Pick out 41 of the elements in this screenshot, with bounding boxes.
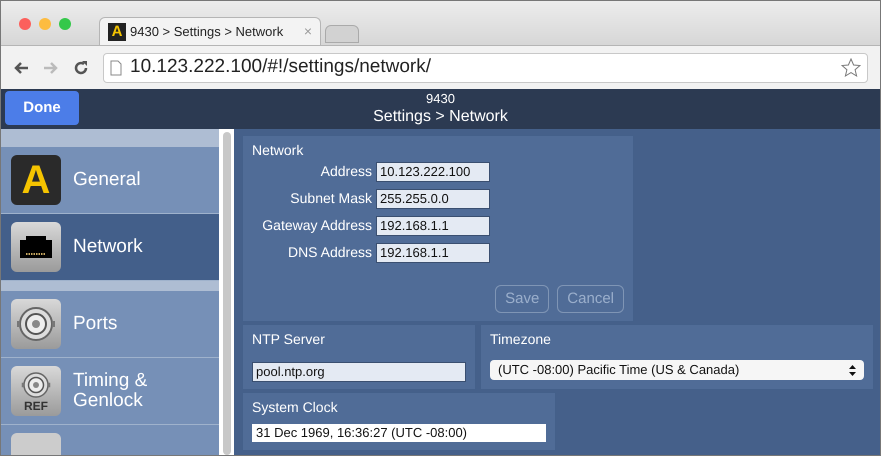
clock-field: 31 Dec 1969, 16:36:27 (UTC -08:00) (252, 424, 546, 442)
field-label: Gateway Address (261, 216, 372, 235)
page-icon (110, 60, 122, 76)
reload-icon[interactable] (73, 60, 89, 76)
sidebar-item[interactable]: A General (1, 147, 219, 214)
field-label: Subnet Mask (289, 189, 372, 208)
forward-arrow-icon[interactable] (43, 60, 59, 74)
back-arrow-icon[interactable] (13, 60, 29, 74)
timezone-select[interactable]: (UTC -08:00) Pacific Time (US & Canada) (490, 360, 864, 380)
logo-icon: A (11, 155, 61, 205)
tab-title: 9430 > Settings > Network (130, 22, 284, 41)
done-button[interactable]: Done (5, 91, 79, 125)
page-title: Settings > Network (373, 107, 508, 128)
section-title: NTP Server (252, 330, 326, 349)
favicon-logo-icon: A (108, 22, 126, 40)
device-name: 9430 (426, 90, 455, 108)
text-field[interactable]: 192.168.1.1 (376, 242, 490, 262)
address-bar[interactable]: 10.123.222.100/#!/settings/network/ (103, 52, 868, 82)
new-tab-button[interactable] (325, 25, 359, 43)
section-title: Network (252, 141, 304, 160)
section-title: Timezone (490, 330, 552, 349)
sidebar-item[interactable]: REF Timing & Genlock (1, 358, 219, 425)
bookmark-star-icon[interactable] (841, 58, 861, 78)
section-title: System Clock (252, 398, 339, 417)
text-field[interactable]: 255.255.0.0 (376, 188, 490, 208)
zoom-window-icon[interactable] (59, 18, 71, 30)
ntp-server-field[interactable]: pool.ntp.org (252, 362, 466, 382)
minimize-window-icon[interactable] (39, 18, 51, 30)
connector-icon (11, 299, 61, 349)
reference-connector-icon: REF (11, 366, 61, 416)
text-field[interactable]: 10.123.222.100 (376, 162, 490, 182)
browser-tab[interactable]: A 9430 > Settings > Network × (99, 17, 321, 45)
field-label: DNS Address (286, 243, 372, 262)
select-arrows-icon (849, 364, 856, 376)
text-field[interactable]: 192.168.1.1 (376, 216, 490, 236)
close-window-icon[interactable] (19, 18, 31, 30)
ethernet-port-icon (11, 222, 61, 272)
sidebar-item[interactable]: Network (1, 214, 219, 281)
scrollbar[interactable] (219, 129, 234, 455)
url-text: 10.123.222.100/#!/settings/network/ (130, 55, 432, 80)
field-label: Address (320, 162, 372, 181)
